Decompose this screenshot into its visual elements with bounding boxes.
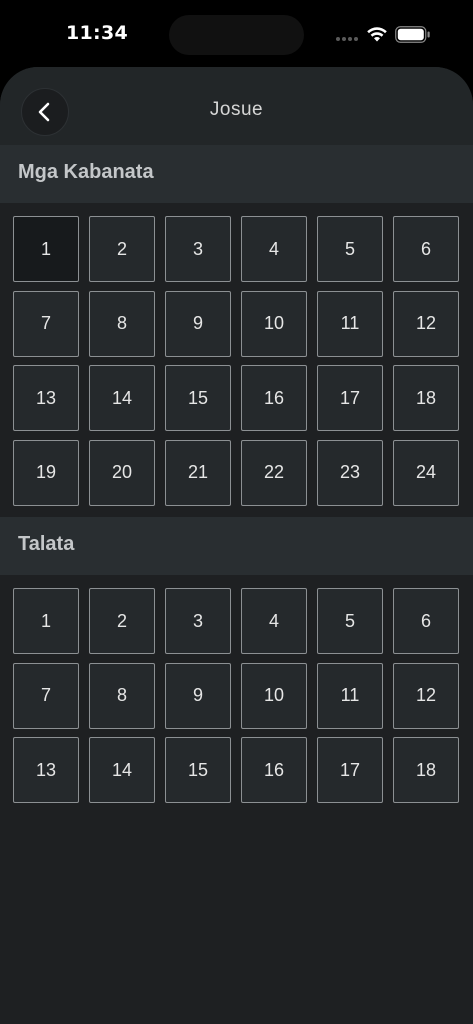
verse-cell[interactable]: 16	[241, 737, 307, 803]
verse-cell[interactable]: 7	[13, 662, 79, 729]
section-title: Mga Kabanata	[18, 161, 154, 183]
verse-grid: 1 2 3 4 5 6 7 8 9 10 11 12 13 14 15 16 17 18	[13, 588, 459, 803]
status-bar: 11:34	[0, 0, 473, 68]
chapter-cell[interactable]: 13	[13, 365, 79, 431]
dynamic-island	[169, 15, 304, 55]
verse-cell[interactable]: 18	[393, 737, 459, 803]
verse-cell[interactable]: 12	[393, 662, 459, 729]
cellular-signal-icon	[336, 37, 360, 43]
status-time: 11:34	[66, 22, 128, 44]
verse-cell[interactable]: 3	[165, 588, 231, 654]
chapter-cell[interactable]: 10	[241, 290, 307, 357]
section-title: Talata	[18, 533, 75, 555]
chapter-cell[interactable]: 16	[241, 365, 307, 431]
battery-icon	[395, 26, 430, 43]
chapter-cell[interactable]: 6	[393, 216, 459, 282]
chapter-cell[interactable]: 23	[317, 439, 383, 506]
verse-cell[interactable]: 17	[317, 737, 383, 803]
chapter-cell[interactable]: 3	[165, 216, 231, 282]
verse-cell[interactable]: 6	[393, 588, 459, 654]
chapter-cell[interactable]: 18	[393, 365, 459, 431]
chapter-cell[interactable]: 8	[89, 290, 155, 357]
page-title: Josue	[209, 99, 264, 120]
verse-cell[interactable]: 2	[89, 588, 155, 654]
chapter-cell[interactable]: 24	[393, 439, 459, 506]
chapter-picker-sheet: Josue Mga Kabanata 1 2 3 4 5 6 7 8 9 10 11 12 13 14 15…	[0, 67, 473, 1024]
chapter-cell[interactable]: 2	[89, 216, 155, 282]
verse-cell[interactable]: 8	[89, 662, 155, 729]
chapter-cell[interactable]: 5	[317, 216, 383, 282]
chapter-cell[interactable]: 17	[317, 365, 383, 431]
verse-cell[interactable]: 13	[13, 737, 79, 803]
verse-cell[interactable]: 9	[165, 662, 231, 729]
verse-cell[interactable]: 10	[241, 662, 307, 729]
chapter-cell[interactable]: 22	[241, 439, 307, 506]
navigation-bar: Josue	[0, 67, 473, 145]
verse-cell[interactable]: 14	[89, 737, 155, 803]
chapter-cell[interactable]: 4	[241, 216, 307, 282]
chapter-cell[interactable]: 14	[89, 365, 155, 431]
chapter-cell[interactable]: 9	[165, 290, 231, 357]
section-header-verses: Talata	[0, 517, 473, 575]
chapter-cell[interactable]: 7	[13, 290, 79, 357]
section-header-chapters: Mga Kabanata	[0, 145, 473, 203]
chapter-cell[interactable]: 20	[89, 439, 155, 506]
chapter-cell[interactable]: 12	[393, 290, 459, 357]
chapter-cell[interactable]: 1	[13, 216, 79, 282]
chapter-grid: 1 2 3 4 5 6 7 8 9 10 11 12 13 14 15 16 17 18 19 20 21 22 23 24	[13, 216, 459, 506]
chapter-cell[interactable]: 21	[165, 439, 231, 506]
chapter-cell[interactable]: 15	[165, 365, 231, 431]
wifi-icon	[367, 27, 387, 42]
verse-cell[interactable]: 5	[317, 588, 383, 654]
verse-cell[interactable]: 11	[317, 662, 383, 729]
verse-cell[interactable]: 1	[13, 588, 79, 654]
chapter-cell[interactable]: 19	[13, 439, 79, 506]
verse-cell[interactable]: 15	[165, 737, 231, 803]
verse-cell[interactable]: 4	[241, 588, 307, 654]
chapter-cell[interactable]: 11	[317, 290, 383, 357]
